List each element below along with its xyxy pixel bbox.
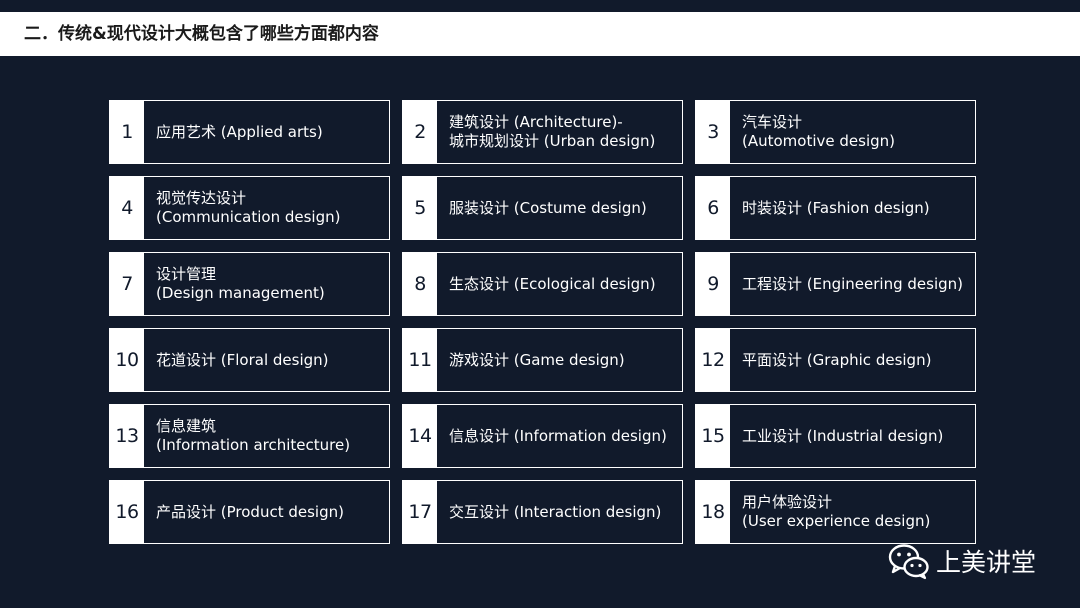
category-label: 信息设计 (Information design) — [437, 405, 682, 467]
category-card: 6 时装设计 (Fashion design) — [695, 176, 976, 240]
category-label: 工业设计 (Industrial design) — [730, 405, 975, 467]
category-number: 12 — [696, 329, 730, 391]
category-number: 6 — [696, 177, 730, 239]
brand-watermark: 上美讲堂 — [888, 538, 1036, 584]
category-card: 11 游戏设计 (Game design) — [402, 328, 683, 392]
category-label-line2: (Information architecture) — [156, 436, 351, 454]
category-card: 3 汽车设计 (Automotive design) — [695, 100, 976, 164]
category-number: 1 — [110, 101, 144, 163]
category-number: 17 — [403, 481, 437, 543]
category-card: 10 花道设计 (Floral design) — [109, 328, 390, 392]
category-label-line1: 建筑设计 (Architecture)- — [449, 113, 623, 131]
category-label-line1: 信息建筑 — [156, 417, 217, 435]
category-label-line2: (Design management) — [156, 284, 325, 302]
category-label-line1: 产品设计 (Product design) — [156, 502, 344, 521]
category-number: 15 — [696, 405, 730, 467]
category-card: 9 工程设计 (Engineering design) — [695, 252, 976, 316]
category-number: 3 — [696, 101, 730, 163]
category-label-line2: (Communication design) — [156, 208, 341, 226]
category-card: 2 建筑设计 (Architecture)- 城市规划设计 (Urban desig… — [402, 100, 683, 164]
category-label-line1: 花道设计 (Floral design) — [156, 350, 329, 369]
category-number: 16 — [110, 481, 144, 543]
brand-name: 上美讲堂 — [936, 548, 1037, 577]
category-label: 游戏设计 (Game design) — [437, 329, 682, 391]
category-number: 11 — [403, 329, 437, 391]
category-card: 12 平面设计 (Graphic design) — [695, 328, 976, 392]
category-label-line1: 工程设计 (Engineering design) — [742, 274, 964, 293]
category-label: 建筑设计 (Architecture)- 城市规划设计 (Urban design… — [437, 101, 682, 163]
category-card: 1 应用艺术 (Applied arts) — [109, 100, 390, 164]
category-number: 5 — [403, 177, 437, 239]
category-label-line1: 服装设计 (Costume design) — [449, 198, 647, 217]
design-category-grid: 1 应用艺术 (Applied arts) 2 建筑设计 (Architecture)… — [109, 100, 976, 545]
category-number: 13 — [110, 405, 144, 467]
category-label: 产品设计 (Product design) — [144, 481, 389, 543]
category-card: 17 交互设计 (Interaction design) — [402, 480, 683, 544]
category-number: 2 — [403, 101, 437, 163]
category-label-line1: 设计管理 — [156, 265, 217, 283]
category-number: 7 — [110, 253, 144, 315]
category-label-line1: 应用艺术 (Applied arts) — [156, 122, 323, 141]
category-card: 16 产品设计 (Product design) — [109, 480, 390, 544]
category-card: 8 生态设计 (Ecological design) — [402, 252, 683, 316]
category-card: 14 信息设计 (Information design) — [402, 404, 683, 468]
category-label: 应用艺术 (Applied arts) — [144, 101, 389, 163]
category-label: 信息建筑 (Information architecture) — [144, 405, 389, 467]
page-title: 二．传统&现代设计大概包含了哪些方面都内容 — [24, 24, 379, 44]
wechat-icon — [888, 544, 929, 580]
category-label-line1: 汽车设计 — [742, 113, 803, 131]
category-label-line2: (User experience design) — [742, 512, 931, 530]
category-label: 花道设计 (Floral design) — [144, 329, 389, 391]
category-number: 9 — [696, 253, 730, 315]
category-card: 5 服装设计 (Costume design) — [402, 176, 683, 240]
category-card: 4 视觉传达设计 (Communication design) — [109, 176, 390, 240]
category-label-line2: 城市规划设计 (Urban design) — [449, 132, 656, 150]
category-number: 4 — [110, 177, 144, 239]
category-label: 视觉传达设计 (Communication design) — [144, 177, 389, 239]
title-bar: 二．传统&现代设计大概包含了哪些方面都内容 — [0, 12, 1080, 56]
category-label-line1: 视觉传达设计 — [156, 189, 247, 207]
category-label: 工程设计 (Engineering design) — [730, 253, 975, 315]
category-label-line1: 信息设计 (Information design) — [449, 426, 667, 445]
category-card: 7 设计管理 (Design management) — [109, 252, 390, 316]
category-label-line1: 生态设计 (Ecological design) — [449, 274, 656, 293]
category-label: 用户体验设计 (User experience design) — [730, 481, 975, 543]
category-label-line1: 交互设计 (Interaction design) — [449, 502, 662, 521]
category-label: 汽车设计 (Automotive design) — [730, 101, 975, 163]
category-label-line1: 游戏设计 (Game design) — [449, 350, 625, 369]
category-card: 18 用户体验设计 (User experience design) — [695, 480, 976, 544]
category-label-line1: 时装设计 (Fashion design) — [742, 198, 930, 217]
category-label: 生态设计 (Ecological design) — [437, 253, 682, 315]
category-label: 服装设计 (Costume design) — [437, 177, 682, 239]
category-card: 15 工业设计 (Industrial design) — [695, 404, 976, 468]
category-label: 时装设计 (Fashion design) — [730, 177, 975, 239]
category-label-line2: (Automotive design) — [742, 132, 896, 150]
category-number: 8 — [403, 253, 437, 315]
category-label-line1: 平面设计 (Graphic design) — [742, 350, 932, 369]
category-number: 14 — [403, 405, 437, 467]
category-card: 13 信息建筑 (Information architecture) — [109, 404, 390, 468]
category-label: 设计管理 (Design management) — [144, 253, 389, 315]
category-label-line1: 工业设计 (Industrial design) — [742, 426, 944, 445]
category-label-line1: 用户体验设计 — [742, 493, 833, 511]
category-number: 18 — [696, 481, 730, 543]
category-label: 交互设计 (Interaction design) — [437, 481, 682, 543]
category-label: 平面设计 (Graphic design) — [730, 329, 975, 391]
category-number: 10 — [110, 329, 144, 391]
